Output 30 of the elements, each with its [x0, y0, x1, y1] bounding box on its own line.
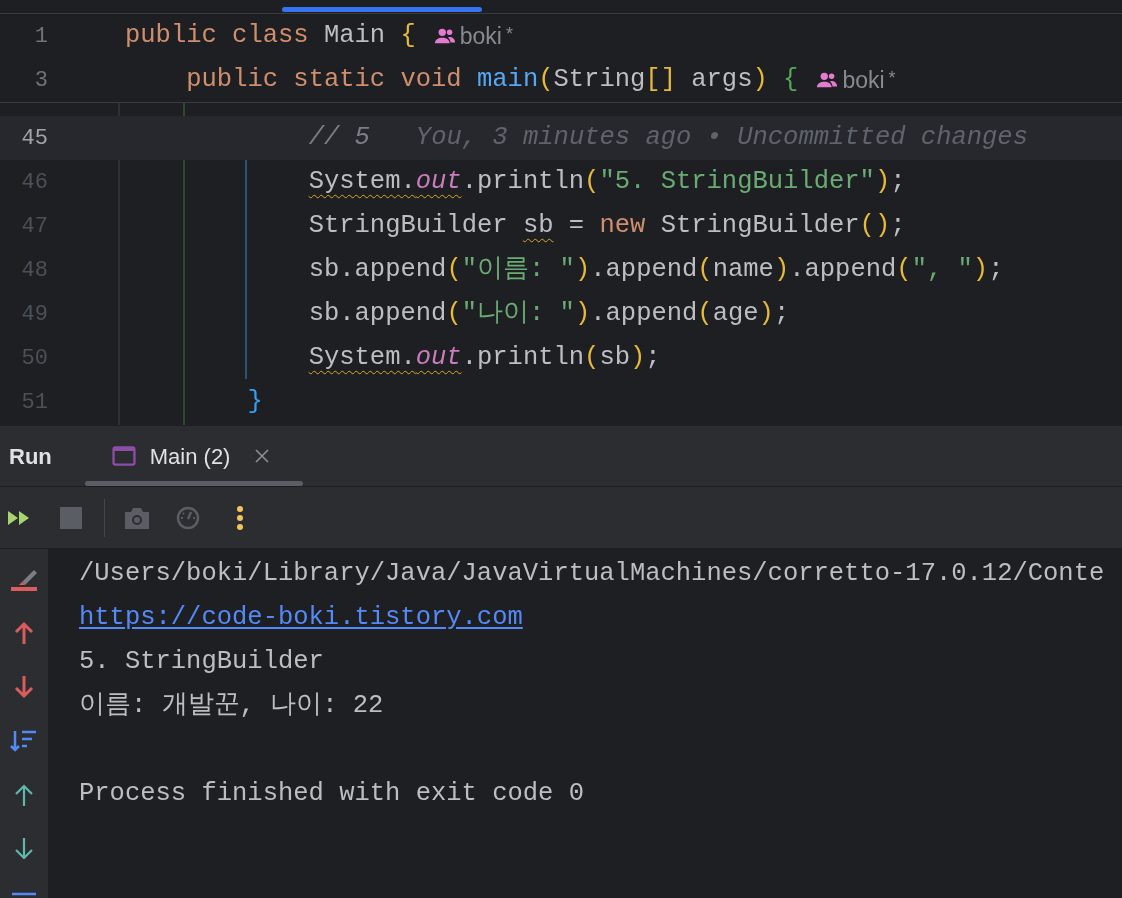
console-line: 이름: 개발꾼, 나이: 22 — [79, 690, 385, 722]
console-link[interactable]: https://code-boki.tistory.com — [79, 596, 523, 640]
code-line: sb.append("나이: ").append(age); — [307, 298, 790, 330]
code-line: System.out.println("5. StringBuilder"); — [307, 166, 906, 198]
author-hint: boki — [842, 65, 885, 95]
more-button[interactable] — [236, 505, 244, 530]
console-line: 5. StringBuilder — [79, 646, 325, 678]
author-hint: boki — [459, 21, 502, 51]
console-line: /Users/boki/Library/Java/JavaVirtualMachines/corretto-17.0.12/Conte — [79, 558, 1106, 590]
sort-button[interactable] — [10, 729, 38, 753]
code-line: // 5 — [307, 122, 370, 154]
code-line: System.out.println(sb); — [307, 342, 661, 374]
line-number: 45 — [20, 124, 48, 153]
code-line: sb.append("이름: ").append(name).append(", "); — [307, 254, 1004, 286]
line-number: 1 — [33, 22, 48, 51]
code-line: StringBuilder sb = new StringBuilder(); — [307, 210, 906, 242]
code-line: public static void main(String[] args) { — [185, 64, 799, 96]
clear-button[interactable] — [10, 567, 38, 591]
console-line: Process finished with exit code 0 — [79, 778, 585, 810]
code-line: public class Main { — [125, 20, 416, 52]
blame-annotation: You, 3 minutes ago • Uncommitted changes — [415, 121, 1028, 154]
modified-mark: * — [888, 66, 896, 90]
run-tab[interactable]: Main (2) — [84, 426, 303, 486]
modified-mark: * — [505, 22, 513, 46]
window-icon — [111, 446, 136, 466]
close-button[interactable] — [254, 448, 271, 464]
line-number: 3 — [33, 66, 48, 95]
code-line: } — [246, 386, 263, 418]
panel-title: Run — [9, 442, 52, 471]
rerun-button[interactable] — [7, 509, 31, 526]
